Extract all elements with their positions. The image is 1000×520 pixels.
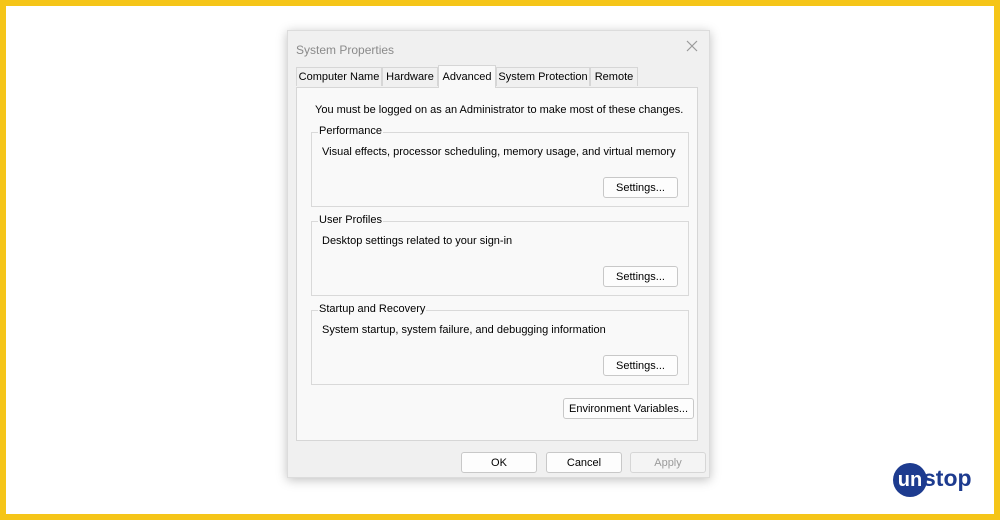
tab-system-protection[interactable]: System Protection (496, 67, 590, 86)
logo-circle: un (893, 463, 927, 497)
performance-label: Performance (318, 125, 383, 137)
window-title: System Properties (296, 43, 395, 57)
startup-recovery-group: Startup and Recovery System startup, sys… (311, 303, 689, 385)
user-profiles-settings-button[interactable]: Settings... (603, 266, 678, 287)
performance-description: Visual effects, processor scheduling, me… (322, 146, 676, 158)
tab-hardware[interactable]: Hardware (382, 67, 438, 86)
user-profiles-label: User Profiles (318, 214, 383, 226)
tab-advanced[interactable]: Advanced (438, 65, 496, 88)
tab-computer-name[interactable]: Computer Name (296, 67, 382, 86)
logo-text: stop (923, 465, 972, 491)
user-profiles-group: User Profiles Desktop settings related t… (311, 214, 689, 296)
ok-button[interactable]: OK (461, 452, 537, 473)
environment-variables-button[interactable]: Environment Variables... (563, 398, 694, 419)
system-properties-dialog: System Properties Computer Name Hardware… (287, 30, 710, 478)
startup-recovery-description: System startup, system failure, and debu… (322, 324, 606, 336)
admin-notice: You must be logged on as an Administrato… (315, 104, 684, 116)
tab-remote[interactable]: Remote (590, 67, 638, 86)
user-profiles-description: Desktop settings related to your sign-in (322, 235, 513, 247)
advanced-panel: You must be logged on as an Administrato… (296, 87, 698, 441)
unstop-logo: un stop (893, 463, 983, 497)
cancel-button[interactable]: Cancel (546, 452, 622, 473)
dialog-footer: OK Cancel Apply (288, 443, 709, 477)
close-icon[interactable] (681, 35, 703, 57)
startup-recovery-label: Startup and Recovery (318, 303, 427, 315)
apply-button[interactable]: Apply (630, 452, 706, 473)
performance-settings-button[interactable]: Settings... (603, 177, 678, 198)
startup-recovery-settings-button[interactable]: Settings... (603, 355, 678, 376)
performance-group: Performance Visual effects, processor sc… (311, 125, 689, 207)
